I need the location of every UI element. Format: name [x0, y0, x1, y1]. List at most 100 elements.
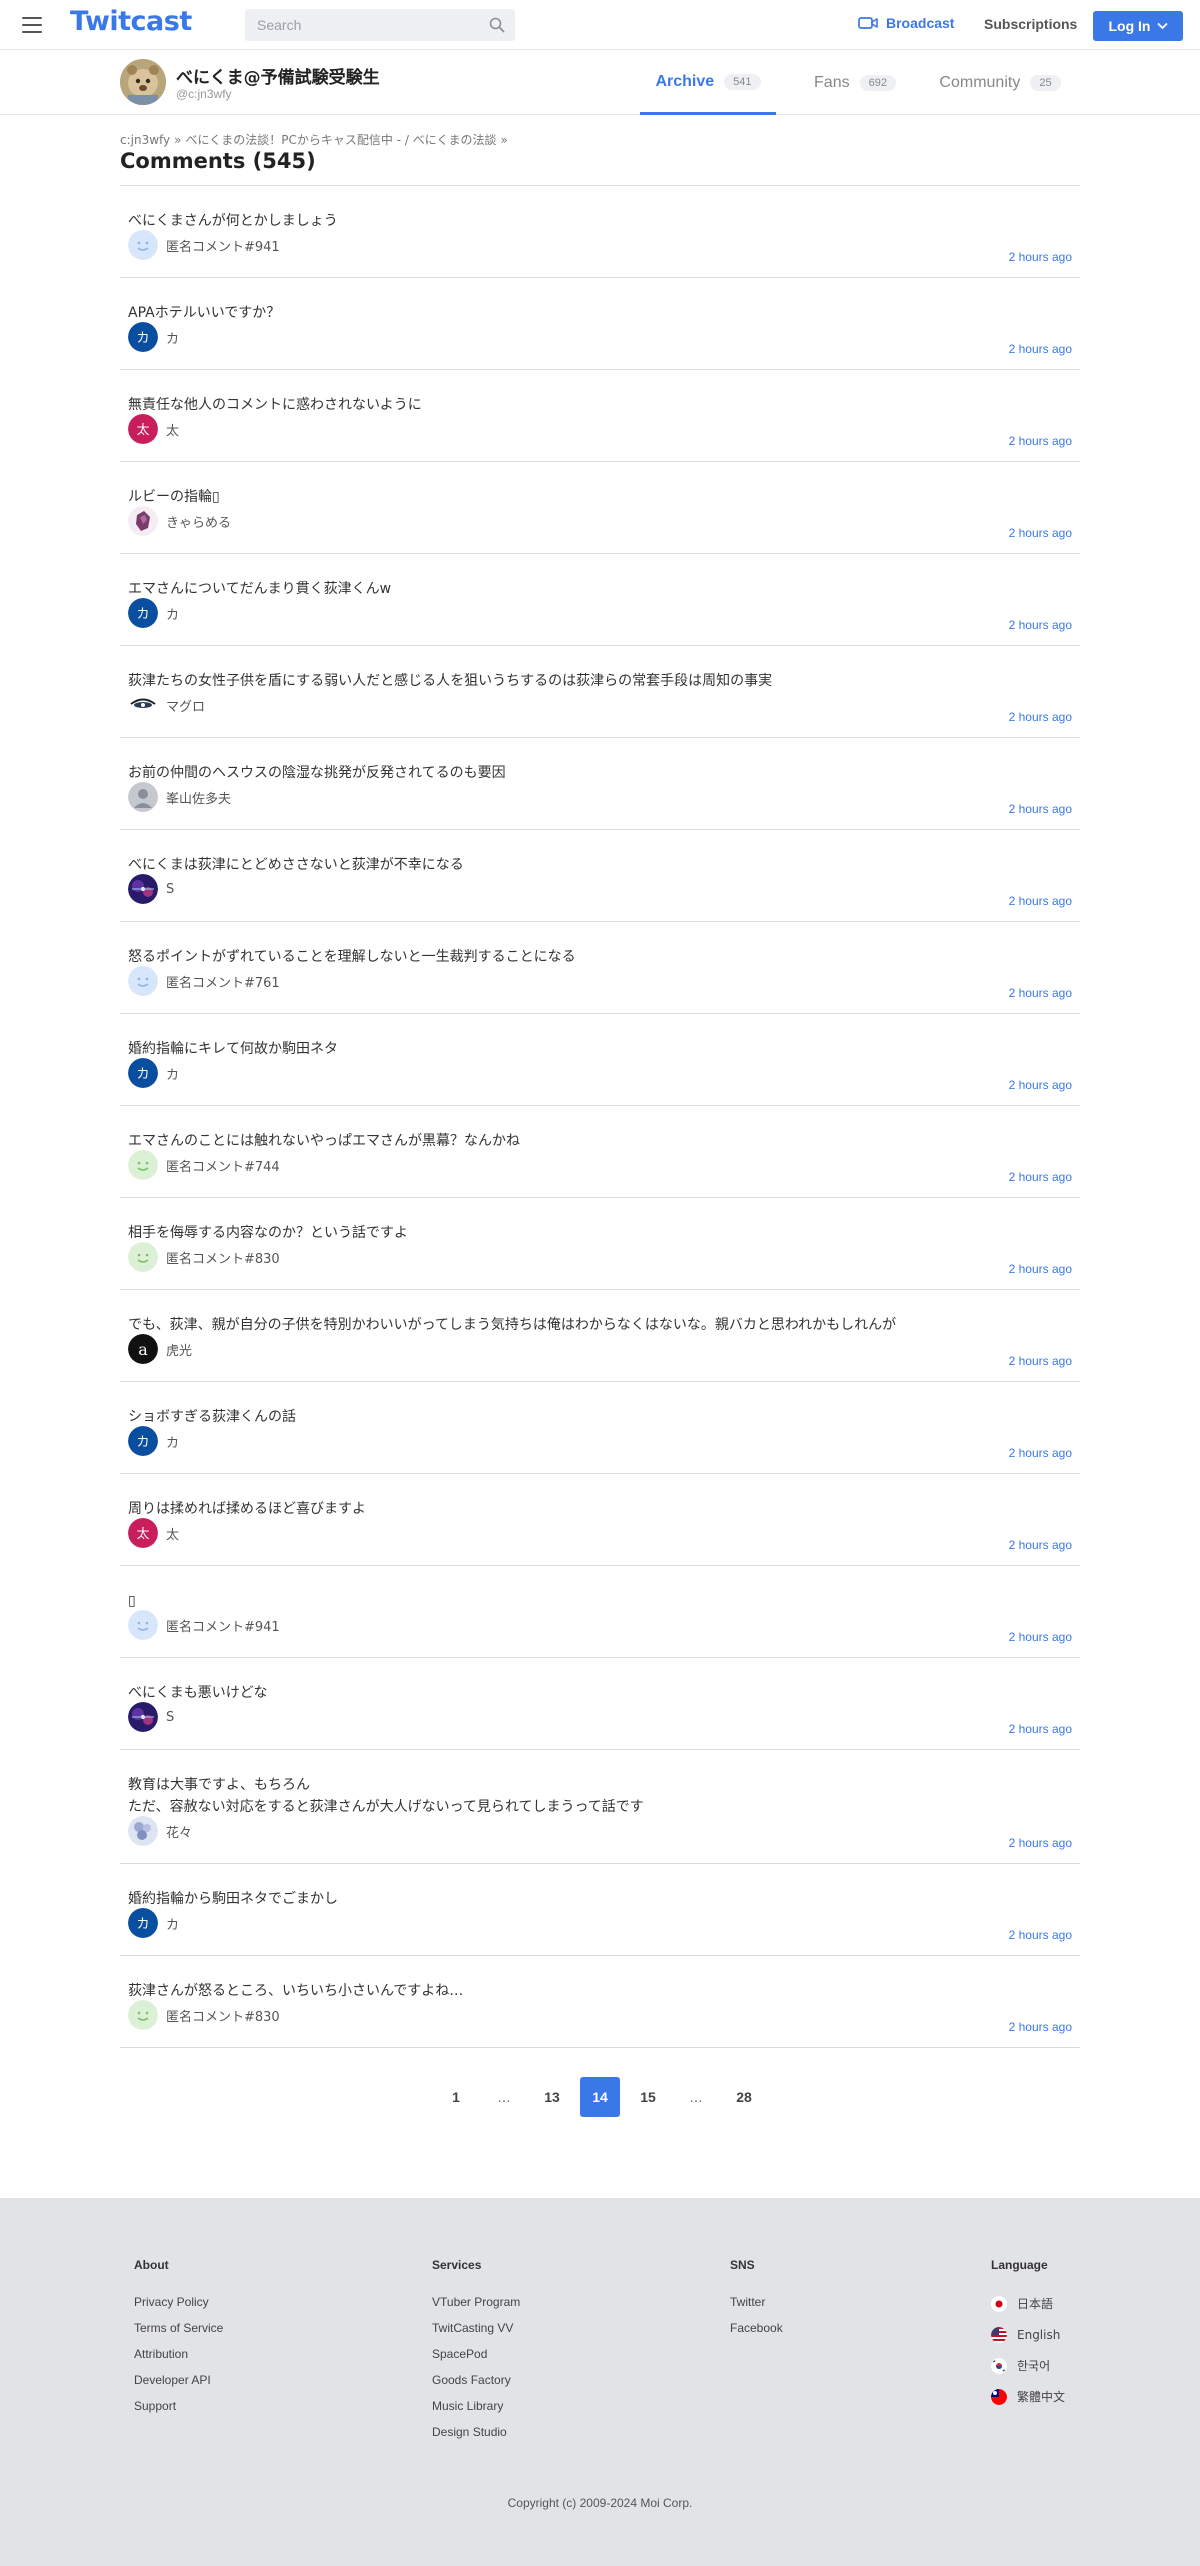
comment-author[interactable]: マグロ — [128, 690, 205, 720]
user-name[interactable]: 匿名コメント#744 — [166, 1156, 280, 1175]
user-name[interactable]: マグロ — [166, 696, 205, 715]
pagination-page[interactable]: 1 — [436, 2077, 476, 2117]
comment-timestamp[interactable]: 2 hours ago — [1009, 986, 1072, 1000]
broadcast-link[interactable]: Broadcast — [858, 15, 954, 31]
pagination-page[interactable]: 13 — [532, 2077, 572, 2117]
user-avatar[interactable] — [128, 1702, 158, 1732]
comment-author[interactable]: a 虎光 — [128, 1334, 192, 1364]
comment-author[interactable]: 匿名コメント#830 — [128, 1242, 280, 1272]
footer-link[interactable]: Terms of Service — [134, 2322, 223, 2334]
user-name[interactable]: 花々 — [166, 1822, 192, 1841]
user-avatar[interactable] — [128, 874, 158, 904]
pagination-page[interactable]: 28 — [724, 2077, 764, 2117]
user-avatar[interactable] — [128, 1150, 158, 1180]
comment-author[interactable]: カカ — [128, 598, 179, 628]
profile-avatar[interactable] — [120, 59, 166, 105]
comment-timestamp[interactable]: 2 hours ago — [1009, 434, 1072, 448]
comment-timestamp[interactable]: 2 hours ago — [1009, 1446, 1072, 1460]
comment-timestamp[interactable]: 2 hours ago — [1009, 526, 1072, 540]
comment-timestamp[interactable]: 2 hours ago — [1009, 710, 1072, 724]
footer-link[interactable]: Design Studio — [432, 2426, 520, 2438]
user-avatar[interactable]: カ — [128, 322, 158, 352]
comment-timestamp[interactable]: 2 hours ago — [1009, 1722, 1072, 1736]
user-avatar[interactable]: 太 — [128, 414, 158, 444]
user-avatar[interactable] — [128, 782, 158, 812]
tab-community[interactable]: Community 25 — [925, 51, 1075, 115]
twitcast-logo[interactable]: Twitcast — [70, 6, 192, 37]
comment-author[interactable]: きゃらめる — [128, 506, 231, 536]
menu-icon[interactable] — [22, 17, 42, 33]
login-button[interactable]: Log In — [1093, 11, 1183, 41]
comment-timestamp[interactable]: 2 hours ago — [1009, 1538, 1072, 1552]
pagination-page[interactable]: 15 — [628, 2077, 668, 2117]
user-name[interactable]: 匿名コメント#830 — [166, 2006, 280, 2025]
user-name[interactable]: 虎光 — [166, 1340, 192, 1359]
user-avatar[interactable]: カ — [128, 598, 158, 628]
breadcrumb-user[interactable]: c:jn3wfy — [120, 133, 170, 147]
user-avatar[interactable]: カ — [128, 1426, 158, 1456]
user-avatar[interactable]: 太 — [128, 1518, 158, 1548]
comment-author[interactable]: 花々 — [128, 1816, 192, 1846]
search-input[interactable] — [245, 9, 515, 41]
comment-author[interactable]: 峯山佐多夫 — [128, 782, 231, 812]
comment-author[interactable]: 匿名コメント#744 — [128, 1150, 280, 1180]
comment-author[interactable]: 太太 — [128, 414, 179, 444]
user-name[interactable]: S — [166, 1710, 174, 1725]
footer-link[interactable]: Goods Factory — [432, 2374, 520, 2386]
comment-timestamp[interactable]: 2 hours ago — [1009, 1170, 1072, 1184]
user-name[interactable]: 峯山佐多夫 — [166, 788, 231, 807]
user-avatar[interactable] — [128, 2000, 158, 2030]
footer-link[interactable]: Attribution — [134, 2348, 223, 2360]
user-avatar[interactable] — [128, 1816, 158, 1846]
user-name[interactable]: カ — [166, 328, 179, 347]
footer-link[interactable]: Support — [134, 2400, 223, 2412]
language-option-zh-tw[interactable]: 繁體中文 — [991, 2389, 1065, 2405]
comment-timestamp[interactable]: 2 hours ago — [1009, 1630, 1072, 1644]
comment-author[interactable]: 太太 — [128, 1518, 179, 1548]
comment-timestamp[interactable]: 2 hours ago — [1009, 802, 1072, 816]
footer-link[interactable]: TwitCasting VV — [432, 2322, 520, 2334]
comment-author[interactable]: カカ — [128, 1426, 179, 1456]
comment-author[interactable]: S — [128, 874, 174, 904]
user-avatar[interactable] — [128, 966, 158, 996]
comment-author[interactable]: S — [128, 1702, 174, 1732]
comment-author[interactable]: 匿名コメント#941 — [128, 1610, 280, 1640]
comment-author[interactable]: 匿名コメント#941 — [128, 230, 280, 260]
footer-link[interactable]: Privacy Policy — [134, 2296, 223, 2308]
language-option-ja[interactable]: 日本語 — [991, 2296, 1065, 2312]
user-avatar[interactable]: カ — [128, 1908, 158, 1938]
comment-timestamp[interactable]: 2 hours ago — [1009, 618, 1072, 632]
comment-timestamp[interactable]: 2 hours ago — [1009, 894, 1072, 908]
search-icon[interactable] — [489, 17, 505, 33]
user-avatar[interactable] — [128, 1242, 158, 1272]
user-name[interactable]: カ — [166, 1432, 179, 1451]
tab-fans[interactable]: Fans 692 — [790, 51, 920, 115]
comment-timestamp[interactable]: 2 hours ago — [1009, 342, 1072, 356]
footer-link[interactable]: Developer API — [134, 2374, 223, 2386]
comment-author[interactable]: 匿名コメント#761 — [128, 966, 280, 996]
user-avatar[interactable] — [128, 690, 158, 720]
user-name[interactable]: カ — [166, 1914, 179, 1933]
footer-link[interactable]: Music Library — [432, 2400, 520, 2412]
user-avatar[interactable] — [128, 506, 158, 536]
footer-link[interactable]: VTuber Program — [432, 2296, 520, 2308]
comment-timestamp[interactable]: 2 hours ago — [1009, 250, 1072, 264]
comment-timestamp[interactable]: 2 hours ago — [1009, 2020, 1072, 2034]
comment-author[interactable]: カカ — [128, 322, 179, 352]
tab-archive[interactable]: Archive 541 — [640, 51, 776, 115]
user-avatar[interactable]: a — [128, 1334, 158, 1364]
footer-link[interactable]: SpacePod — [432, 2348, 520, 2360]
user-name[interactable]: 匿名コメント#941 — [166, 236, 280, 255]
breadcrumb-stream[interactable]: べにくまの法談！PCからキャス配信中 - / べにくまの法談 — [186, 133, 497, 147]
comment-timestamp[interactable]: 2 hours ago — [1009, 1836, 1072, 1850]
language-option-en[interactable]: English — [991, 2327, 1065, 2343]
user-avatar[interactable]: カ — [128, 1058, 158, 1088]
comment-timestamp[interactable]: 2 hours ago — [1009, 1262, 1072, 1276]
user-name[interactable]: 匿名コメント#761 — [166, 972, 280, 991]
comment-author[interactable]: カカ — [128, 1908, 179, 1938]
user-name[interactable]: 太 — [166, 1524, 179, 1543]
user-name[interactable]: カ — [166, 604, 179, 623]
footer-link[interactable]: Facebook — [730, 2322, 783, 2334]
user-name[interactable]: 匿名コメント#830 — [166, 1248, 280, 1267]
comment-author[interactable]: 匿名コメント#830 — [128, 2000, 280, 2030]
